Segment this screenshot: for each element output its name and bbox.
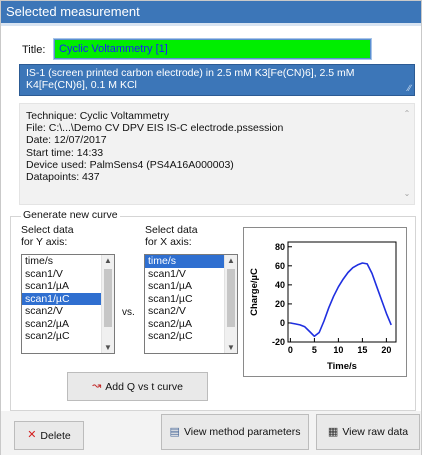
info-start-time: Start time: 14:33 [26,146,104,159]
y-tick-label: 20 [275,299,285,309]
info-device: Device used: PalmSens4 (PS4A16A000003) [26,158,234,171]
charge-series-line [290,262,392,338]
list-item[interactable]: scan2/V [22,305,102,318]
scroll-down-icon[interactable]: ▼ [102,343,114,352]
list-item[interactable]: scan1/V [22,268,102,281]
generate-curve-legend: Generate new curve [21,209,120,221]
info-datapoints: Datapoints: 437 [26,171,100,184]
y-list-scrollbar[interactable]: ▲ ▼ [101,255,114,353]
y-tick-label: 0 [280,318,285,328]
info-scrollbar[interactable]: ⌃ ⌄ [402,106,412,202]
y-tick-label: 60 [275,261,285,271]
list-item[interactable]: scan1/V [145,268,225,281]
info-date: Date: 12/07/2017 [26,134,107,147]
x-tick-label: 20 [381,345,391,355]
list-item[interactable]: scan2/µA [22,318,102,331]
y-axis-label: Charge/µC [249,268,260,316]
table-icon: ▦ [327,425,339,438]
view-method-parameters-button[interactable]: ▤ View method parameters [161,414,309,450]
list-item[interactable]: time/s [22,255,102,268]
x-axis-label: Time/s [327,361,357,372]
view-raw-data-button[interactable]: ▦ View raw data [316,414,420,450]
scroll-down-icon[interactable]: ⌄ [402,188,412,200]
scroll-down-icon[interactable]: ▼ [225,343,237,352]
chart-svg: 0 5 10 15 20-20020406080Time/sCharge/µC [249,241,397,372]
list-item[interactable]: scan2/V [145,305,225,318]
list-item[interactable]: scan1/µA [22,280,102,293]
description-text: IS-1 (screen printed carbon electrode) i… [26,67,355,91]
list-item[interactable]: scan2/µC [22,330,102,343]
title-label: Title: [22,44,46,56]
delete-button[interactable]: ✕ Delete [14,421,84,450]
y-tick-label: -20 [272,337,285,347]
x-tick-label: 5 [312,345,317,355]
scroll-up-icon[interactable]: ⌃ [402,108,412,120]
x-tick-label: 10 [333,345,343,355]
list-item[interactable]: scan1/µA [145,280,225,293]
x-tick-label: 0 [288,345,293,355]
info-technique: Technique: Cyclic Voltammetry [26,110,169,122]
method-parameters-icon: ▤ [169,425,180,438]
scroll-up-icon[interactable]: ▲ [102,256,114,265]
title-input[interactable] [53,38,372,60]
y-axis-listbox[interactable]: time/s scan1/V scan1/µA scan1/µC scan2/V… [21,254,115,354]
measurement-info-panel: Technique: Cyclic Voltammetry File: C:\.… [19,103,415,205]
x-axis-listbox[interactable]: time/s scan1/V scan1/µA scan1/µC scan2/V… [144,254,238,354]
charge-time-preview-chart: 0 5 10 15 20 -20 0 20 40 60 80 Time/s Charge/µC [243,227,407,377]
resize-grip-icon[interactable]: ∕∕ [408,82,411,94]
description-field[interactable]: IS-1 (screen printed carbon electrode) i… [19,64,415,96]
scroll-thumb[interactable] [104,269,112,327]
vs-label: vs. [122,307,135,318]
scroll-thumb[interactable] [227,269,235,327]
window-title: Selected measurement [1,1,421,23]
list-item[interactable]: scan2/µC [145,330,225,343]
scroll-up-icon[interactable]: ▲ [225,256,237,265]
add-curve-button[interactable]: ↝ Add Q vs t curve [67,372,208,401]
selected-measurement-window: Selected measurement Title: IS-1 (screen… [0,0,422,455]
title-underline [1,23,421,26]
list-item-selected[interactable]: time/s [145,255,225,268]
x-tick-label: 15 [357,345,367,355]
list-item-selected[interactable]: scan1/µC [22,292,102,305]
list-item[interactable]: scan2/µA [145,318,225,331]
x-list-scrollbar[interactable]: ▲ ▼ [224,255,237,353]
delete-icon: ✕ [27,429,37,441]
y-tick-label: 40 [275,280,285,290]
x-axis-select-label: Select data for X axis: [145,224,198,248]
y-axis-select-label: Select data for Y axis: [21,224,74,248]
add-curve-icon: ↝ [92,380,102,392]
list-item[interactable]: scan1/µC [145,293,225,306]
info-file: File: C:\...\Demo CV DPV EIS IS-C electr… [26,122,284,135]
y-tick-label: 80 [275,242,285,252]
